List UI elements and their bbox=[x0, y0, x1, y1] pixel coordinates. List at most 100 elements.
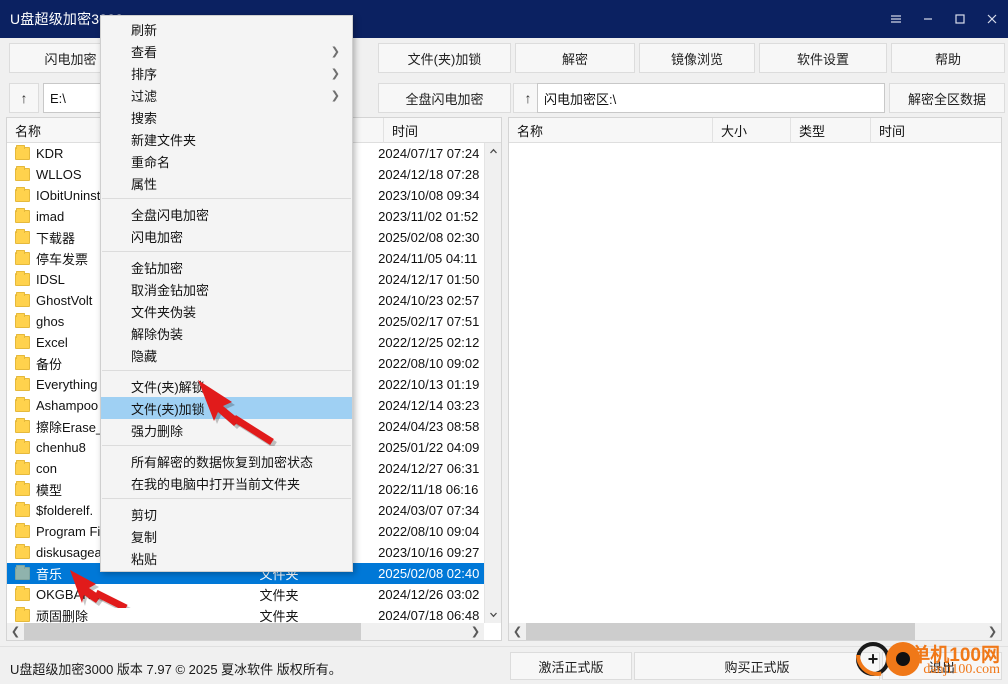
menu-separator bbox=[102, 198, 351, 199]
right-column-size[interactable]: 大小 bbox=[713, 117, 791, 143]
file-time: 2022/08/10 09:04 bbox=[378, 524, 480, 539]
menu-separator bbox=[102, 251, 351, 252]
file-time: 2024/12/17 01:50 bbox=[378, 272, 480, 287]
menu-item[interactable]: 所有解密的数据恢复到加密状态 bbox=[101, 450, 352, 472]
maximize-icon[interactable] bbox=[944, 0, 976, 38]
table-row[interactable]: 顽固删除 文件夹 2024/07/18 06:48 bbox=[7, 605, 484, 623]
folder-icon bbox=[15, 208, 30, 223]
menu-item[interactable]: 文件(夹)解锁 bbox=[101, 375, 352, 397]
decrypt-all-button[interactable]: 解密全区数据 bbox=[889, 83, 1005, 113]
menu-item[interactable]: 查看 ❯ bbox=[101, 40, 352, 62]
menu-item-label: 文件(夹)加锁 bbox=[131, 401, 205, 417]
folder-icon bbox=[15, 439, 30, 454]
left-horizontal-scrollbar[interactable]: ❮ ❯ bbox=[7, 623, 484, 640]
menu-item[interactable]: 排序 ❯ bbox=[101, 62, 352, 84]
menu-item[interactable]: 在我的电脑中打开当前文件夹 bbox=[101, 472, 352, 494]
toolbar-button-1[interactable]: 解密 bbox=[515, 43, 635, 73]
left-vertical-scrollbar[interactable] bbox=[484, 143, 501, 623]
up-directory-button-left[interactable]: ↑ bbox=[9, 83, 39, 113]
right-hscroll-thumb[interactable] bbox=[526, 623, 916, 640]
right-column-time[interactable]: 时间 bbox=[871, 118, 1001, 143]
file-time: 2025/02/08 02:30 bbox=[378, 230, 480, 245]
scroll-down-icon[interactable] bbox=[485, 606, 502, 623]
menu-item-label: 重命名 bbox=[131, 154, 171, 170]
copyright-text: U盘超级加密3000 版本 7.97 © 2025 夏冰软件 版权所有。 bbox=[10, 662, 342, 677]
menu-item[interactable]: 全盘闪电加密 bbox=[101, 203, 352, 225]
folder-icon bbox=[15, 397, 30, 412]
file-time: 2022/12/25 02:12 bbox=[378, 335, 480, 350]
file-time: 2025/02/17 07:51 bbox=[378, 314, 480, 329]
menu-item[interactable]: 文件(夹)加锁 bbox=[101, 397, 352, 419]
file-time: 2023/11/02 01:52 bbox=[378, 209, 479, 224]
file-time: 2024/03/07 07:34 bbox=[378, 503, 480, 518]
right-column-name[interactable]: 名称 bbox=[509, 117, 713, 143]
left-column-time[interactable]: 时间 bbox=[384, 118, 484, 143]
folder-icon bbox=[15, 271, 30, 286]
toolbar-button-4[interactable]: 帮助 bbox=[891, 43, 1005, 73]
right-horizontal-scrollbar[interactable]: ❮ ❯ bbox=[509, 623, 1001, 640]
toolbar-button-2[interactable]: 镜像浏览 bbox=[639, 43, 755, 73]
folder-icon bbox=[15, 523, 30, 538]
right-column-type[interactable]: 类型 bbox=[791, 117, 871, 143]
menu-item[interactable]: 强力删除 bbox=[101, 419, 352, 441]
file-time: 2024/12/26 03:02 bbox=[378, 587, 480, 602]
folder-icon bbox=[15, 544, 30, 559]
menu-item[interactable]: 属性 bbox=[101, 172, 352, 194]
menu-item[interactable]: 搜索 bbox=[101, 106, 352, 128]
toolbar-button-0[interactable]: 文件(夹)加锁 bbox=[378, 43, 511, 73]
file-name: 顽固删除 bbox=[36, 609, 89, 623]
menu-item[interactable]: 文件夹伪装 bbox=[101, 300, 352, 322]
menu-item[interactable]: 隐藏 bbox=[101, 344, 352, 366]
file-time: 2024/10/23 02:57 bbox=[378, 293, 480, 308]
file-time: 2024/11/05 04:11 bbox=[378, 251, 478, 266]
menu-item[interactable]: 复制 bbox=[101, 525, 352, 547]
exit-button[interactable]: 退出 bbox=[882, 652, 1002, 680]
menu-item[interactable]: 过滤 ❯ bbox=[101, 84, 352, 106]
menu-item[interactable]: 粘贴 bbox=[101, 547, 352, 569]
left-hscroll-track[interactable] bbox=[24, 623, 467, 640]
menu-item[interactable]: 重命名 bbox=[101, 150, 352, 172]
menu-item-label: 全盘闪电加密 bbox=[131, 207, 210, 223]
folder-icon bbox=[15, 376, 30, 391]
menu-item-label: 复制 bbox=[131, 529, 158, 545]
right-hscroll-track[interactable] bbox=[526, 623, 984, 640]
menu-item[interactable]: 刷新 bbox=[101, 18, 352, 40]
file-time: 2024/07/18 06:48 bbox=[378, 608, 480, 623]
table-row[interactable]: OKGBAK 文件夹 2024/12/26 03:02 bbox=[7, 584, 484, 605]
menu-item[interactable]: 剪切 bbox=[101, 503, 352, 525]
menu-separator bbox=[102, 370, 351, 371]
buy-button[interactable]: 购买正式版 bbox=[634, 652, 880, 680]
right-panel-header: 名称 大小 类型 时间 bbox=[509, 117, 1001, 143]
menu-separator bbox=[102, 498, 351, 499]
menu-item[interactable]: 取消金钻加密 bbox=[101, 278, 352, 300]
file-type: 文件夹 bbox=[259, 609, 299, 623]
menu-item-label: 新建文件夹 bbox=[131, 132, 197, 148]
scroll-right-icon[interactable]: ❯ bbox=[467, 623, 484, 640]
menu-icon[interactable] bbox=[880, 0, 912, 38]
menu-item-label: 闪电加密 bbox=[131, 229, 184, 245]
scroll-up-icon[interactable] bbox=[485, 143, 501, 160]
menu-item-label: 刷新 bbox=[131, 22, 158, 38]
menu-item-label: 在我的电脑中打开当前文件夹 bbox=[131, 476, 301, 492]
folder-icon bbox=[15, 187, 30, 202]
menu-item[interactable]: 闪电加密 bbox=[101, 225, 352, 247]
scroll-left-icon[interactable]: ❮ bbox=[509, 623, 526, 640]
right-file-list[interactable] bbox=[509, 143, 1001, 623]
menu-item[interactable]: 金钻加密 bbox=[101, 256, 352, 278]
menu-item[interactable]: 解除伪装 bbox=[101, 322, 352, 344]
scroll-left-icon[interactable]: ❮ bbox=[7, 623, 24, 640]
path-input-right[interactable]: 闪电加密区:\ bbox=[537, 83, 885, 113]
left-hscroll-thumb[interactable] bbox=[24, 623, 361, 640]
full-disk-encrypt-button[interactable]: 全盘闪电加密 bbox=[378, 83, 511, 113]
menu-item-label: 属性 bbox=[131, 176, 158, 192]
file-time: 2024/07/17 07:24 bbox=[378, 146, 480, 161]
toolbar-button-3[interactable]: 软件设置 bbox=[759, 43, 887, 73]
application-window: U盘超级加密3000 闪电加密 文件(夹)加锁 解密 镜像浏览 软件设置 帮助 … bbox=[0, 0, 1008, 684]
folder-icon bbox=[15, 460, 30, 475]
minimize-icon[interactable] bbox=[912, 0, 944, 38]
scroll-right-icon[interactable]: ❯ bbox=[984, 623, 1001, 640]
menu-item[interactable]: 新建文件夹 bbox=[101, 128, 352, 150]
activate-button[interactable]: 激活正式版 bbox=[510, 652, 632, 680]
close-icon[interactable] bbox=[976, 0, 1008, 38]
context-menu[interactable]: 刷新查看 ❯ 排序 ❯ 过滤 ❯ 搜索新建文件夹重命名属性全盘闪电加密 闪电加密金钻加密 取消金… bbox=[100, 15, 353, 572]
